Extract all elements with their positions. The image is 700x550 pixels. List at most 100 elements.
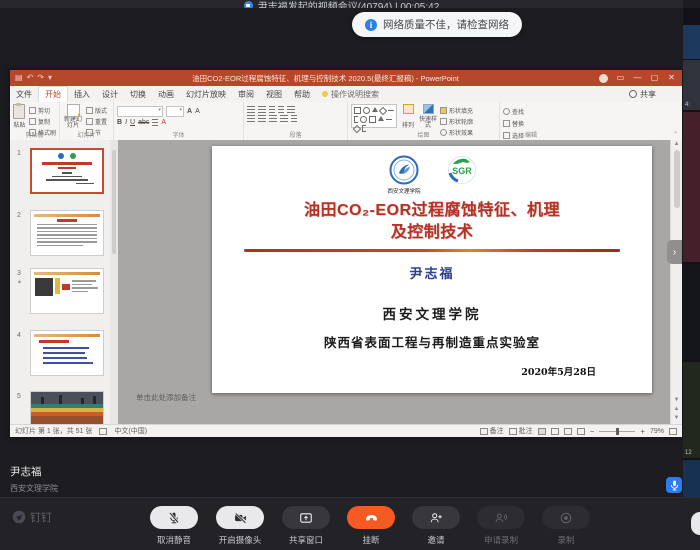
shapes-gallery[interactable] xyxy=(351,104,397,128)
reading-view-icon[interactable] xyxy=(564,428,572,435)
redo-icon[interactable]: ↷ xyxy=(37,70,44,86)
slide-thumbnail-5[interactable] xyxy=(30,391,104,424)
indent-icon[interactable] xyxy=(269,106,275,113)
sgr-logo-mini xyxy=(70,153,76,159)
grow-font-icon[interactable]: A xyxy=(187,108,192,115)
save-icon[interactable]: ▤ xyxy=(15,70,23,86)
red-block xyxy=(62,284,70,290)
request-record-button[interactable]: 申请录制 xyxy=(477,506,525,546)
next-slide-icon[interactable]: ▼ xyxy=(674,414,680,422)
tab-design[interactable]: 设计 xyxy=(96,86,124,102)
zoom-percent[interactable]: 79% xyxy=(650,428,664,435)
notes-toggle[interactable]: 备注 xyxy=(480,426,504,436)
vertical-scrollbar[interactable]: ▲ ▼ ▲ ▼ xyxy=(670,140,682,424)
ppt-titlebar[interactable]: ▤ ↶ ↷ ▾ 油田CO2-EOR过程腐蚀特征、机理与控制技术 2020.5(最… xyxy=(10,70,682,86)
slideshow-icon[interactable] xyxy=(577,428,585,435)
collapse-ribbon-icon[interactable]: ⌃ xyxy=(673,131,678,138)
layout-button[interactable]: 版式 xyxy=(86,106,107,115)
side-panel-strip[interactable]: 4: 12 xyxy=(683,8,700,550)
panel-expand-arrow[interactable]: › xyxy=(667,240,682,264)
arrange-button[interactable]: 排列 xyxy=(400,104,416,130)
bold-button[interactable]: B xyxy=(117,119,122,126)
underline-button[interactable]: U xyxy=(130,119,135,126)
align-right-icon[interactable] xyxy=(269,115,277,122)
font-color-icon[interactable]: A xyxy=(161,119,166,126)
align-center-icon[interactable] xyxy=(258,115,266,122)
hangup-button[interactable]: 挂断 xyxy=(347,506,395,546)
zoom-slider[interactable] xyxy=(599,431,635,432)
tab-transitions[interactable]: 切换 xyxy=(124,86,152,102)
tab-insert[interactable]: 插入 xyxy=(68,86,96,102)
minimize-button[interactable]: — xyxy=(630,70,645,86)
character-spacing-icon[interactable] xyxy=(152,119,158,126)
zoom-in-icon[interactable]: + xyxy=(640,427,645,436)
numbering-icon[interactable] xyxy=(258,106,266,113)
close-button[interactable]: ✕ xyxy=(664,70,679,86)
italic-button[interactable]: I xyxy=(125,119,127,126)
line-spacing-icon[interactable] xyxy=(278,106,284,113)
font-size-combobox[interactable] xyxy=(166,106,184,117)
reset-button[interactable]: 重置 xyxy=(86,117,107,126)
maximize-button[interactable]: ▢ xyxy=(647,70,662,86)
camera-on-button[interactable]: 开启摄像头 xyxy=(216,506,264,546)
tab-help[interactable]: 帮助 xyxy=(288,86,316,102)
quick-access-toolbar[interactable]: ▤ ↶ ↷ ▾ xyxy=(10,70,52,86)
columns-icon[interactable] xyxy=(291,115,297,122)
slide-thumbnail-1[interactable] xyxy=(30,148,104,194)
tab-home[interactable]: 开始 xyxy=(38,86,68,102)
svg-text:SGR: SGR xyxy=(452,166,472,176)
cut-button[interactable]: 剪切 xyxy=(29,106,56,115)
scrollbar-thumb[interactable] xyxy=(674,150,680,208)
copy-button[interactable]: 复制 xyxy=(29,117,56,126)
quick-styles-button[interactable]: 快速样式 xyxy=(419,104,437,130)
ppt-statusbar: 幻灯片 第 1 张，共 51 张 中文(中国) 备注 批注 − + 79% xyxy=(10,424,682,437)
ribbon-options-icon[interactable]: ▭ xyxy=(613,70,628,86)
invite-button[interactable]: 邀请 xyxy=(412,506,460,546)
align-left-icon[interactable] xyxy=(247,115,255,122)
scroll-up-icon[interactable]: ▲ xyxy=(674,140,680,148)
normal-view-icon[interactable] xyxy=(538,428,546,435)
slide-editor[interactable]: 西安文理学院 SGR 油田CO₂-EOR过程腐蚀特征、机理 及控制技术 尹志福 … xyxy=(212,146,652,393)
fit-to-window-icon[interactable] xyxy=(669,428,677,435)
univ-logo-mini xyxy=(58,153,64,159)
account-avatar[interactable] xyxy=(599,74,608,83)
font-name-combobox[interactable] xyxy=(117,106,163,117)
zoom-slider-thumb[interactable] xyxy=(616,428,619,435)
slide-sorter-icon[interactable] xyxy=(551,428,559,435)
share-window-button[interactable]: 共享窗口 xyxy=(282,506,330,546)
shrink-font-icon[interactable]: A xyxy=(195,108,200,115)
undo-icon[interactable]: ↶ xyxy=(27,70,34,86)
replace-button[interactable]: 替换 xyxy=(503,119,559,128)
scroll-down-icon[interactable]: ▼ xyxy=(674,396,680,404)
paste-button[interactable]: 粘贴 xyxy=(13,104,26,130)
ribbon-group-editing: 查找 替换 选择 编辑 xyxy=(500,102,562,140)
slide-thumbnail-4[interactable] xyxy=(30,330,104,376)
shape-outline-button[interactable]: 形状轮廓 xyxy=(440,117,473,126)
spellcheck-icon[interactable] xyxy=(99,428,107,435)
prev-slide-icon[interactable]: ▲ xyxy=(674,405,680,413)
share-button[interactable]: 共享 xyxy=(623,86,682,102)
thumbnail-scrollbar[interactable] xyxy=(110,140,118,424)
bullets-icon[interactable] xyxy=(247,106,255,113)
record-button[interactable]: 录制 xyxy=(542,506,590,546)
partial-button-cutoff[interactable] xyxy=(691,512,700,535)
tab-review[interactable]: 审阅 xyxy=(232,86,260,102)
tab-view[interactable]: 视图 xyxy=(260,86,288,102)
comments-toggle[interactable]: 批注 xyxy=(509,426,533,436)
unmute-button[interactable]: 取消静音 xyxy=(150,506,198,546)
shape-fill-button[interactable]: 形状填充 xyxy=(440,106,473,115)
language-indicator[interactable]: 中文(中国) xyxy=(114,426,147,436)
tab-slideshow[interactable]: 幻灯片放映 xyxy=(180,86,232,102)
zoom-out-icon[interactable]: − xyxy=(590,427,595,436)
slide-thumbnail-2[interactable] xyxy=(30,210,104,256)
justify-icon[interactable] xyxy=(280,115,288,122)
tab-animations[interactable]: 动画 xyxy=(152,86,180,102)
tab-file[interactable]: 文件 xyxy=(10,86,38,102)
strikethrough-button[interactable]: abc xyxy=(138,119,149,126)
slide-thumbnail-3[interactable] xyxy=(30,268,104,314)
new-slide-button[interactable]: 新建幻灯片 xyxy=(63,104,83,130)
tell-me-search[interactable]: 操作说明搜索 xyxy=(316,86,385,102)
notes-placeholder[interactable]: 单击此处添加备注 xyxy=(136,392,196,403)
text-direction-icon[interactable] xyxy=(287,106,295,113)
find-button[interactable]: 查找 xyxy=(503,107,559,116)
